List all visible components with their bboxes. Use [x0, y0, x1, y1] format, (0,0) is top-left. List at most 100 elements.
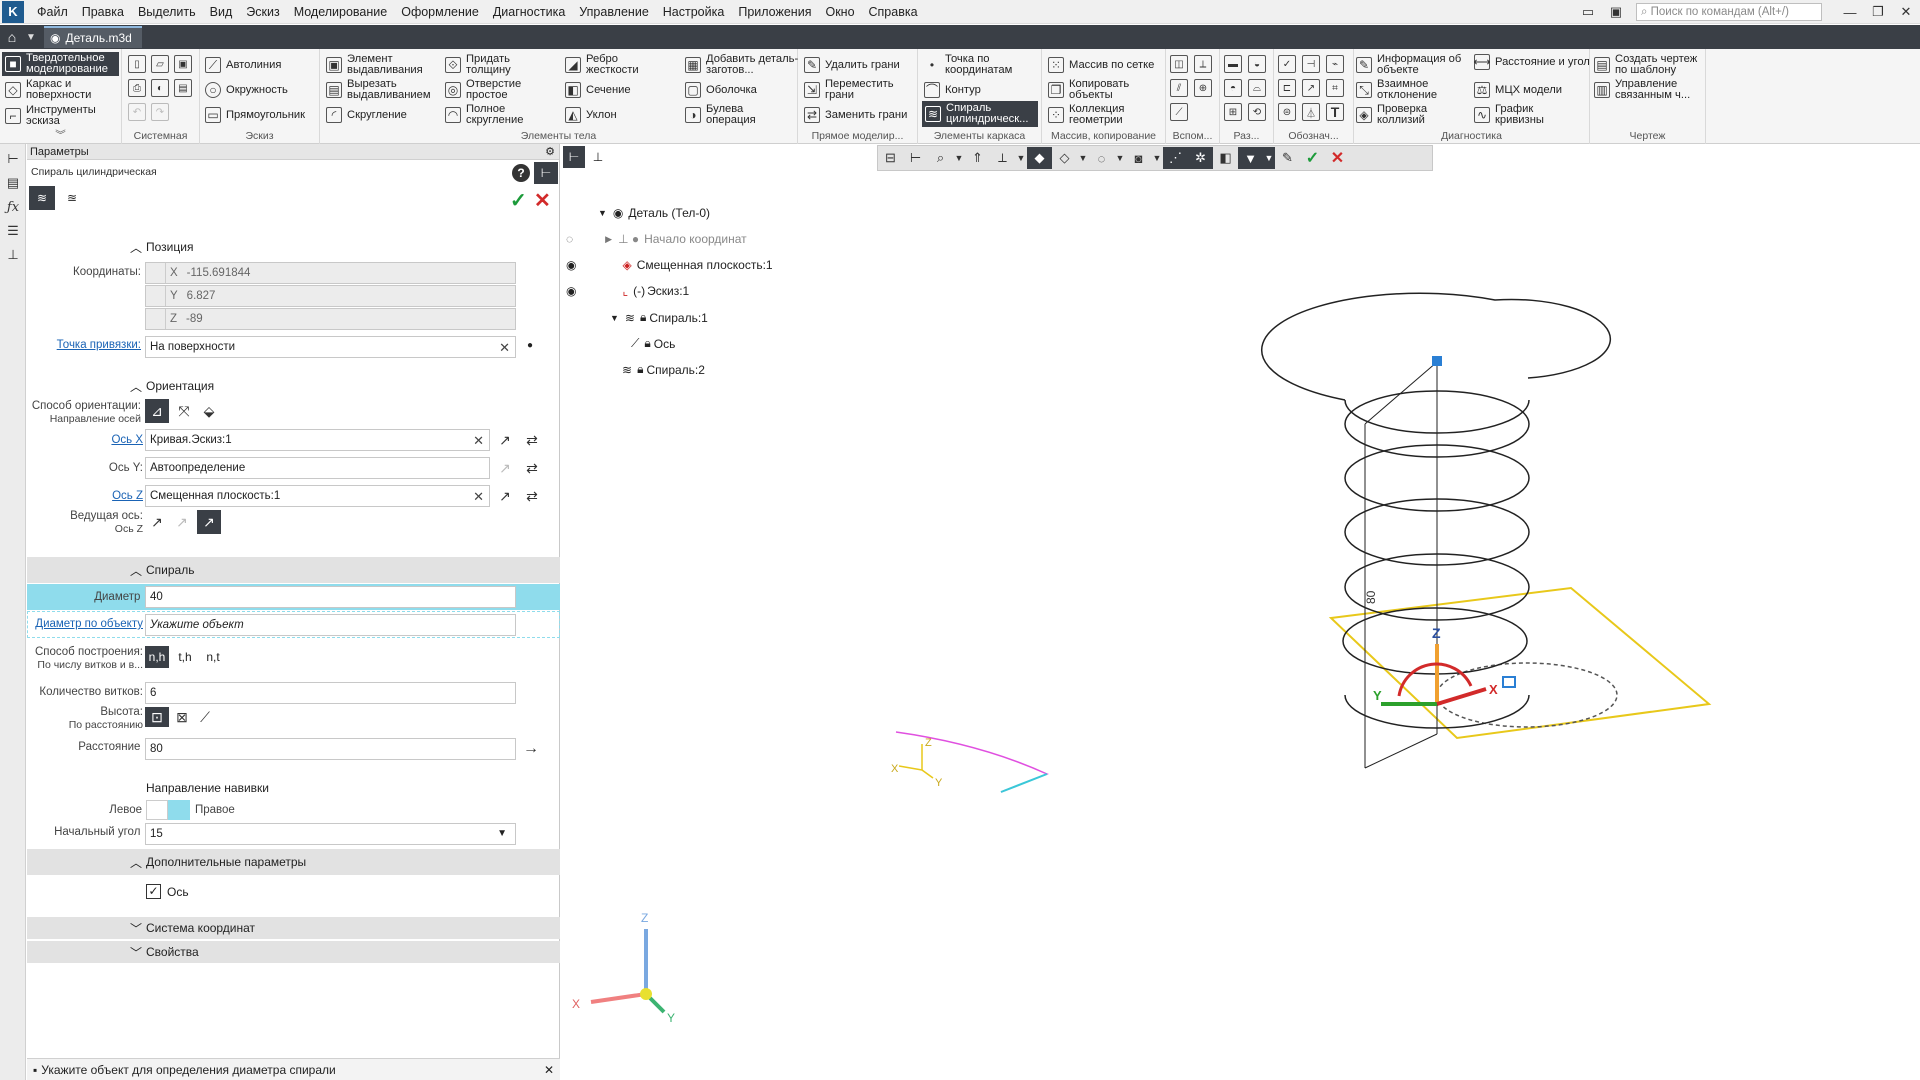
panel-settings-icon[interactable]: ⚙ — [545, 144, 555, 160]
start-angle-label[interactable]: Начальный угол ▼ — [27, 826, 155, 838]
autoline-button[interactable]: ⟋ Автолиния — [205, 57, 281, 73]
build-nt-button[interactable]: n,t — [201, 646, 225, 668]
grid-array-button[interactable]: ⁙ Массив по сетке — [1048, 57, 1154, 73]
section-extra-params[interactable]: ︿ Дополнительные параметры — [27, 849, 560, 875]
menu-edit[interactable]: Правка — [75, 0, 131, 24]
thicken-button[interactable]: ⟐ Придать толщину — [445, 53, 536, 76]
layers-icon[interactable]: ☰ — [4, 222, 22, 240]
orient-normal-icon[interactable]: ⤧ — [172, 399, 196, 423]
apply-icon[interactable]: ✓ — [1300, 147, 1325, 169]
3d-viewport[interactable]: ⊢ ⊥ ▼ ◉ Деталь (Тел-0) ◌ ▶ ⊥ ● Начало координ… — [561, 144, 1920, 1080]
full-fillet-button[interactable]: ◠ Полное скругление — [445, 103, 536, 126]
orient-surface-icon[interactable]: ⬙ — [197, 399, 221, 423]
clear-icon[interactable]: ✕ — [499, 340, 510, 356]
variables-icon[interactable]: ƒx — [4, 198, 22, 216]
new-doc-icon[interactable]: ▯ — [128, 55, 146, 73]
edit-icon[interactable]: ✎ — [1275, 147, 1300, 169]
pin-panel-icon[interactable]: ⊢ — [534, 162, 558, 184]
section-spiral[interactable]: ︿ Спираль — [27, 557, 560, 583]
distance-label[interactable]: Расстояние ▼ — [27, 741, 155, 753]
winding-right-toggle[interactable] — [168, 800, 190, 820]
fillet-button[interactable]: ◜ Скругление — [326, 107, 407, 123]
properties-panel-icon[interactable]: ▤ — [4, 174, 22, 192]
axis-checkbox[interactable]: ✓ — [146, 884, 161, 899]
minimize-icon[interactable]: — — [1836, 2, 1864, 22]
section-view-icon[interactable]: ◧ — [1213, 147, 1238, 169]
section-orientation[interactable]: ︿ Ориентация — [27, 373, 560, 399]
coord-z-field[interactable]: Z -89 — [145, 308, 516, 330]
shell-button[interactable]: ▢ Оболочка — [685, 82, 757, 98]
split-face-icon[interactable]: ◓ — [1224, 79, 1242, 97]
diameter-field[interactable]: 40 — [145, 586, 516, 608]
save-as-icon[interactable]: ▤ — [174, 79, 192, 97]
leader-icon[interactable]: ↗ — [1302, 79, 1320, 97]
section-properties[interactable]: ﹀ Свойства — [27, 941, 560, 963]
filter-dropdown-icon[interactable]: ▼ — [1263, 147, 1275, 169]
direction-arrow-icon[interactable]: → — [519, 737, 543, 761]
distance-field[interactable]: 80 — [145, 738, 516, 760]
diameter-object-link[interactable]: Диаметр по объекту — [27, 618, 143, 630]
orient-icon[interactable]: ⟂ — [990, 147, 1015, 169]
build-th-button[interactable]: t,h — [173, 646, 197, 668]
undo-icon[interactable]: ↶ — [128, 103, 146, 121]
point-by-coords-button[interactable]: • Точка по координатам — [924, 53, 1035, 76]
replace-faces-button[interactable]: ⇄ Заменить грани — [804, 107, 907, 123]
height-by-distance-icon[interactable]: ⊡ — [145, 707, 169, 727]
app-logo-icon[interactable]: K — [2, 0, 24, 23]
shaded-icon[interactable]: ◆ — [1027, 147, 1052, 169]
split-rotate-icon[interactable]: ⟲ — [1248, 103, 1266, 121]
split-curve-icon[interactable]: ⌓ — [1248, 79, 1266, 97]
local-cs-icon[interactable]: ⊢ — [903, 147, 928, 169]
params-tab2-icon[interactable]: ≊ — [59, 186, 85, 210]
normal-view-icon[interactable]: ⇑ — [965, 147, 990, 169]
clear-icon[interactable]: ✕ — [473, 433, 484, 449]
text-icon[interactable]: T — [1326, 103, 1344, 121]
home-icon[interactable]: ⌂ — [0, 25, 24, 49]
clear-icon[interactable]: ✕ — [473, 489, 484, 505]
menu-modeling[interactable]: Моделирование — [287, 0, 395, 24]
aux-line-icon[interactable]: ⟋ — [1170, 103, 1188, 121]
height-by-point-icon[interactable]: ⟋ — [193, 705, 217, 729]
distance-angle-button[interactable]: ⟷ Расстояние и угол — [1473, 54, 1591, 70]
base-icon[interactable]: ⊣ — [1302, 55, 1320, 73]
diameter-label[interactable]: Диаметр ▼ — [27, 591, 155, 603]
menu-manage[interactable]: Управление — [572, 0, 656, 24]
aux-plane-icon[interactable]: ◫ — [1170, 55, 1188, 73]
mode-solid[interactable]: ■ Твердотельное моделирование — [2, 52, 119, 76]
command-search-input[interactable]: ⌕ Поиск по командам (Alt+/) — [1636, 3, 1822, 21]
axis-z-swap-icon[interactable]: ⇄ — [520, 484, 544, 508]
delete-faces-button[interactable]: ✎ Удалить грани — [804, 57, 900, 73]
menu-view[interactable]: Вид — [203, 0, 240, 24]
copy-objects-button[interactable]: ❐ Копировать объекты — [1048, 78, 1149, 101]
save-icon[interactable]: ▣ — [174, 55, 192, 73]
filter-icon[interactable]: ▼ — [1238, 147, 1263, 169]
menu-design[interactable]: Оформление — [394, 0, 486, 24]
axis-x-pick-icon[interactable]: ↗ — [493, 428, 517, 452]
mark-icon[interactable]: ⌗ — [1326, 79, 1344, 97]
tree-panel-icon[interactable]: ⊢ — [4, 150, 22, 168]
rib-button[interactable]: ◢ Ребро жесткости — [565, 53, 646, 76]
print-icon[interactable]: ⎙ — [128, 79, 146, 97]
hide-dropdown-icon[interactable]: ▼ — [1114, 147, 1126, 169]
add-blank-button[interactable]: ▦ Добавить деталь-заготов... — [685, 53, 802, 76]
side-handle-icon[interactable] — [1502, 676, 1516, 688]
object-snap-icon[interactable]: ✲ — [1188, 147, 1213, 169]
document-tab[interactable]: ◉ Деталь.m3d — [44, 26, 142, 48]
menu-select[interactable]: Выделить — [131, 0, 203, 24]
camera-icon[interactable]: ◙ — [1126, 147, 1151, 169]
display-dropdown-icon[interactable]: ▼ — [1077, 147, 1089, 169]
hole-button[interactable]: ◎ Отверстие простое — [445, 78, 536, 101]
snap-icon[interactable]: ⋰ — [1163, 147, 1188, 169]
menu-settings[interactable]: Настройка — [656, 0, 732, 24]
close-window-icon[interactable]: ✕ — [1892, 2, 1920, 22]
section-coordinate-system[interactable]: ﹀ Система координат — [27, 917, 560, 939]
geometry-collection-button[interactable]: ⁘ Коллекция геометрии — [1048, 103, 1149, 126]
top-handle-icon[interactable] — [1432, 356, 1442, 366]
boolean-button[interactable]: ◑ Булева операция — [685, 103, 776, 126]
axis-x-field[interactable]: Кривая.Эскиз:1 ✕ — [145, 429, 490, 451]
manage-linked-button[interactable]: ▥ Управление связанным ч... — [1594, 78, 1707, 101]
panel-toggle-icon[interactable]: ▭ — [1574, 2, 1602, 22]
open-icon[interactable]: ▱ — [151, 55, 169, 73]
aux-offset-icon[interactable]: ⫽ — [1170, 79, 1188, 97]
draft-button[interactable]: ◭ Уклон — [565, 107, 617, 123]
